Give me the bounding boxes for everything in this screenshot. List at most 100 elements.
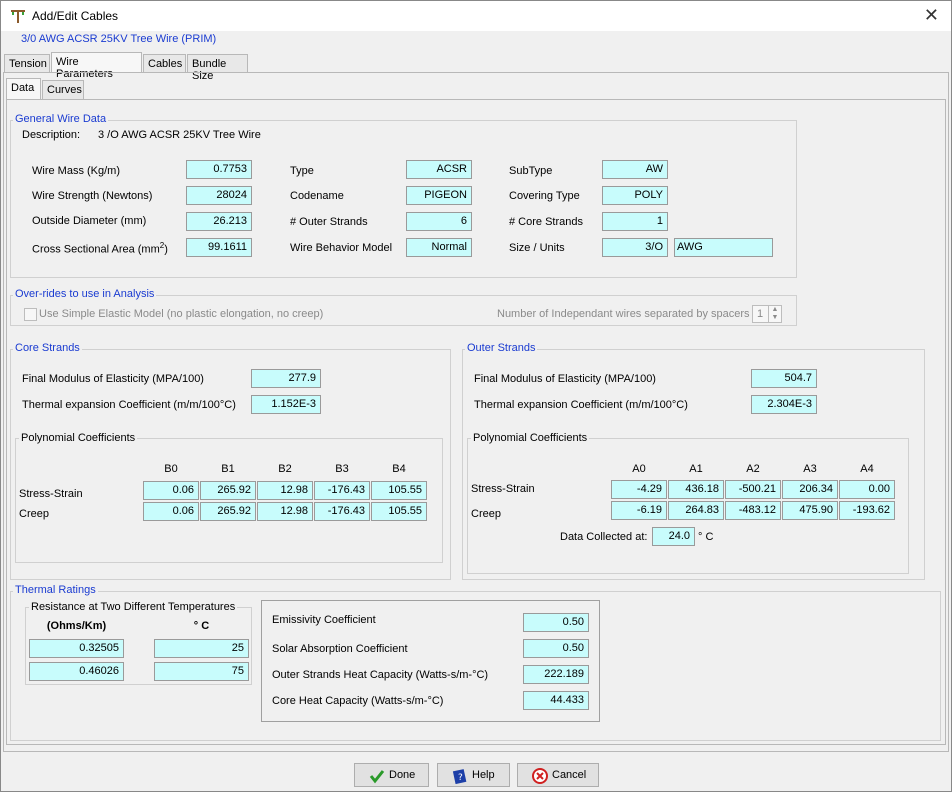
core-ss-b4[interactable]: 105.55 bbox=[371, 481, 427, 500]
outer-heat-field[interactable]: 222.189 bbox=[523, 665, 589, 684]
resistance-2-field[interactable]: 0.46026 bbox=[29, 662, 124, 681]
independent-wires-spinner[interactable]: 1 ▲ ▼ bbox=[752, 305, 782, 323]
cancel-button[interactable]: Cancel bbox=[517, 763, 599, 787]
core-header-b0: B0 bbox=[164, 463, 178, 475]
degc-header: ° C bbox=[193, 620, 210, 632]
description-value: 3 /O AWG ACSR 25KV Tree Wire bbox=[98, 129, 261, 141]
outer-ss-a0[interactable]: -4.29 bbox=[611, 480, 667, 499]
outer-creep-a4[interactable]: -193.62 bbox=[839, 501, 895, 520]
covering-field[interactable]: POLY bbox=[602, 186, 668, 205]
wire-strength-field[interactable]: 28024 bbox=[186, 186, 252, 205]
add-edit-cables-dialog: Add/Edit Cables ✕ 3/0 AWG ACSR 25KV Tree… bbox=[0, 0, 952, 792]
tab-bundle-size[interactable]: Bundle Size bbox=[187, 54, 248, 82]
outer-header-a4: A4 bbox=[860, 463, 874, 475]
covering-label: Covering Type bbox=[509, 190, 580, 202]
outer-strands-title: Outer Strands bbox=[465, 342, 538, 354]
outer-creep-a0[interactable]: -6.19 bbox=[611, 501, 667, 520]
cancel-icon bbox=[532, 768, 548, 784]
behavior-label: Wire Behavior Model bbox=[290, 242, 393, 254]
spinner-arrows-icon[interactable]: ▲ ▼ bbox=[768, 306, 781, 322]
core-header-b3: B3 bbox=[335, 463, 349, 475]
outer-strands-label: # Outer Strands bbox=[290, 216, 368, 228]
outer-ss-a4[interactable]: 0.00 bbox=[839, 480, 895, 499]
core-thermal-label: Thermal expansion Coefficient (m/m/100°C… bbox=[22, 399, 236, 411]
wire-strength-label: Wire Strength (Newtons) bbox=[32, 190, 153, 202]
simple-elastic-checkbox[interactable] bbox=[24, 308, 37, 321]
outside-diameter-label: Outside Diameter (mm) bbox=[32, 215, 147, 227]
data-collected-field[interactable]: 24.0 bbox=[652, 527, 695, 546]
core-modulus-field[interactable]: 277.9 bbox=[251, 369, 321, 388]
type-field[interactable]: ACSR bbox=[406, 160, 472, 179]
outside-diameter-field[interactable]: 26.213 bbox=[186, 212, 252, 231]
core-ss-b3[interactable]: -176.43 bbox=[314, 481, 370, 500]
type-label: Type bbox=[290, 165, 314, 177]
outer-ss-a3[interactable]: 206.34 bbox=[782, 480, 838, 499]
outer-creep-a2[interactable]: -483.12 bbox=[725, 501, 781, 520]
data-collected-unit: ° C bbox=[698, 531, 714, 543]
behavior-field[interactable]: Normal bbox=[406, 238, 472, 257]
core-creep-b1[interactable]: 265.92 bbox=[200, 502, 256, 521]
title-bar: Add/Edit Cables ✕ bbox=[1, 1, 951, 31]
temperature-2-field[interactable]: 75 bbox=[154, 662, 249, 681]
cable-name: 3/0 AWG ACSR 25KV Tree Wire (PRIM) bbox=[21, 33, 217, 45]
core-poly-group bbox=[15, 438, 443, 563]
subtab-data[interactable]: Data bbox=[6, 78, 41, 99]
close-icon[interactable]: ✕ bbox=[924, 5, 939, 26]
outer-heat-label: Outer Strands Heat Capacity (Watts-s/m-°… bbox=[272, 669, 489, 681]
core-heat-label: Core Heat Capacity (Watts-s/m-°C) bbox=[272, 695, 444, 707]
core-header-b2: B2 bbox=[278, 463, 292, 475]
outer-ss-a1[interactable]: 436.18 bbox=[668, 480, 724, 499]
subtype-label: SubType bbox=[509, 165, 553, 177]
core-stress-strain-label: Stress-Strain bbox=[19, 488, 83, 500]
core-creep-b3[interactable]: -176.43 bbox=[314, 502, 370, 521]
tab-cables[interactable]: Cables bbox=[143, 54, 186, 73]
emissivity-field[interactable]: 0.50 bbox=[523, 613, 589, 632]
checkmark-icon bbox=[369, 770, 385, 784]
outer-modulus-field[interactable]: 504.7 bbox=[751, 369, 817, 388]
cross-section-label: Cross Sectional Area (mm2) bbox=[32, 241, 168, 256]
outer-modulus-label: Final Modulus of Elasticity (MPA/100) bbox=[474, 373, 656, 385]
core-creep-b2[interactable]: 12.98 bbox=[257, 502, 313, 521]
outer-creep-a1[interactable]: 264.83 bbox=[668, 501, 724, 520]
core-creep-b0[interactable]: 0.06 bbox=[143, 502, 199, 521]
outer-creep-a3[interactable]: 475.90 bbox=[782, 501, 838, 520]
independent-wires-label: Number of Independant wires separated by… bbox=[497, 308, 750, 320]
temperature-1-field[interactable]: 25 bbox=[154, 639, 249, 658]
outer-creep-label: Creep bbox=[471, 508, 501, 520]
tab-tension[interactable]: Tension bbox=[4, 54, 50, 73]
core-strands-label: # Core Strands bbox=[509, 216, 583, 228]
units-field[interactable]: AWG bbox=[674, 238, 773, 257]
core-ss-b1[interactable]: 265.92 bbox=[200, 481, 256, 500]
core-ss-b0[interactable]: 0.06 bbox=[143, 481, 199, 500]
core-poly-title: Polynomial Coefficients bbox=[19, 432, 138, 444]
core-strands-field[interactable]: 1 bbox=[602, 212, 668, 231]
outer-ss-a2[interactable]: -500.21 bbox=[725, 480, 781, 499]
window-title: Add/Edit Cables bbox=[32, 9, 119, 23]
outer-thermal-field[interactable]: 2.304E-3 bbox=[751, 395, 817, 414]
general-wire-data-title: General Wire Data bbox=[13, 113, 109, 125]
done-button[interactable]: Done bbox=[354, 763, 429, 787]
size-field[interactable]: 3/O bbox=[602, 238, 668, 257]
help-button[interactable]: ? Help bbox=[437, 763, 510, 787]
core-header-b4: B4 bbox=[392, 463, 406, 475]
tab-wire-parameters[interactable]: Wire Parameters bbox=[51, 52, 142, 80]
outer-strands-field[interactable]: 6 bbox=[406, 212, 472, 231]
cable-pole-icon bbox=[11, 10, 25, 23]
data-collected-label: Data Collected at: bbox=[560, 531, 648, 543]
solar-field[interactable]: 0.50 bbox=[523, 639, 589, 658]
cross-section-field[interactable]: 99.1611 bbox=[186, 238, 252, 257]
core-modulus-label: Final Modulus of Elasticity (MPA/100) bbox=[22, 373, 204, 385]
subtype-field[interactable]: AW bbox=[602, 160, 668, 179]
help-book-icon: ? bbox=[452, 769, 467, 784]
core-creep-b4[interactable]: 105.55 bbox=[371, 502, 427, 521]
core-ss-b2[interactable]: 12.98 bbox=[257, 481, 313, 500]
core-heat-field[interactable]: 44.433 bbox=[523, 691, 589, 710]
subtab-curves[interactable]: Curves bbox=[42, 80, 84, 99]
core-thermal-field[interactable]: 1.152E-3 bbox=[251, 395, 321, 414]
codename-field[interactable]: PIGEON bbox=[406, 186, 472, 205]
codename-label: Codename bbox=[290, 190, 344, 202]
outer-poly-title: Polynomial Coefficients bbox=[471, 432, 590, 444]
thermal-ratings-title: Thermal Ratings bbox=[13, 584, 98, 596]
wire-mass-field[interactable]: 0.7753 bbox=[186, 160, 252, 179]
resistance-1-field[interactable]: 0.32505 bbox=[29, 639, 124, 658]
